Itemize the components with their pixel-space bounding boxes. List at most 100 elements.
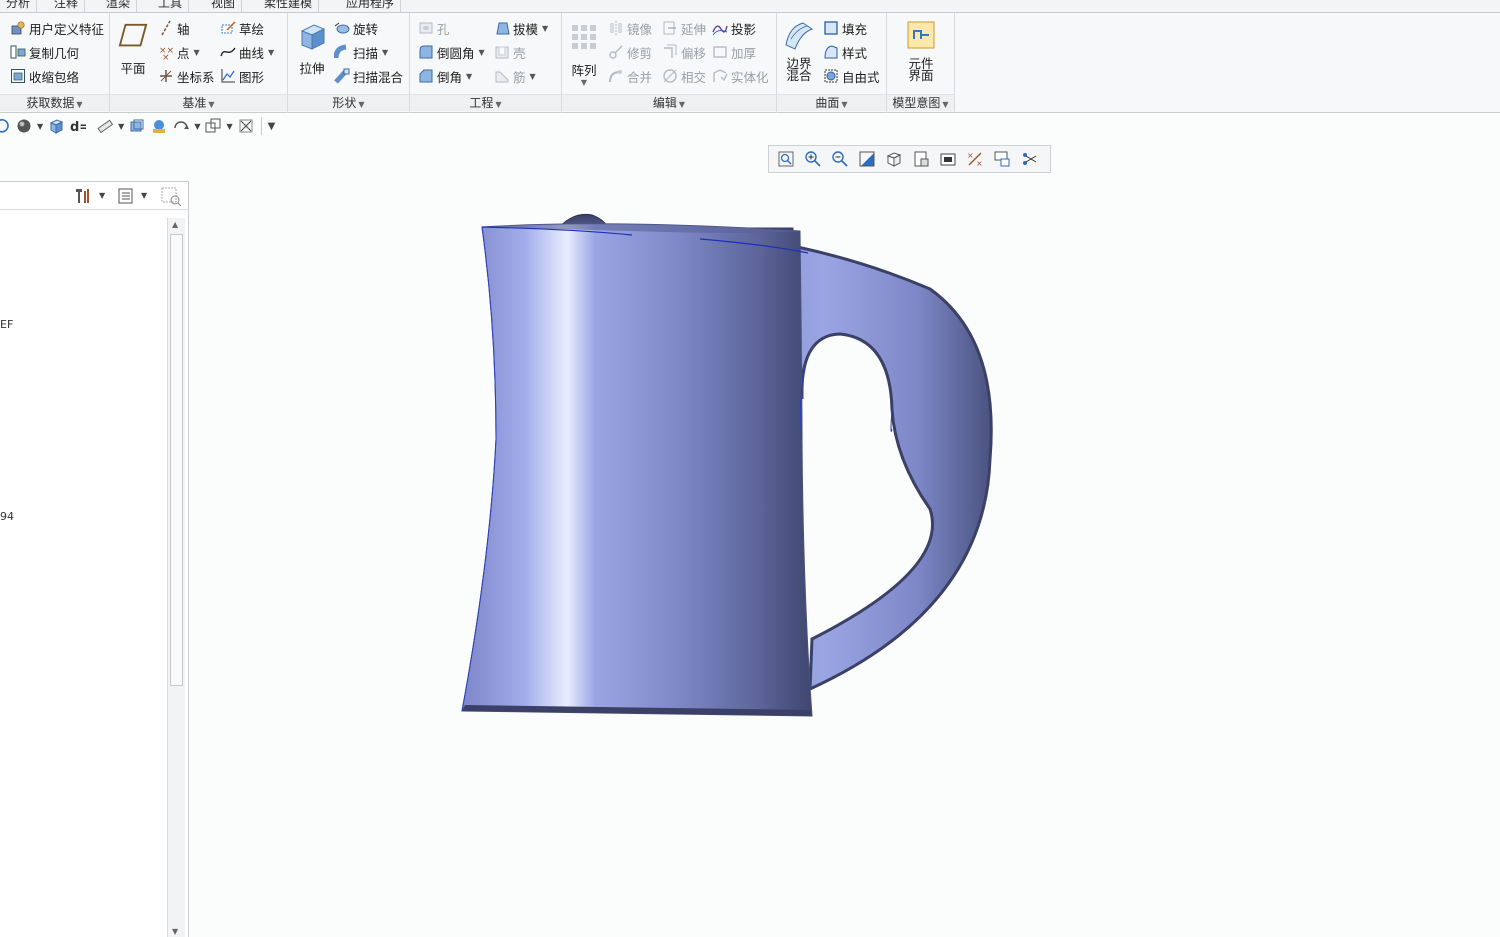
boundary-blend-button[interactable]: 边界 混合 — [779, 19, 819, 82]
editing-group-label[interactable]: 编辑 ▼ — [562, 94, 776, 111]
plane-button[interactable]: 平面 — [116, 21, 150, 77]
model-tree-scrollbar[interactable]: ▲ ▼ — [167, 218, 185, 937]
measure-icon[interactable] — [97, 118, 114, 134]
mirror-icon — [610, 21, 622, 35]
tab-analysis[interactable]: 分析 — [0, 0, 38, 12]
section-view-icon[interactable] — [129, 118, 145, 134]
thicken-button[interactable]: 加厚 — [712, 41, 756, 63]
datum-display-icon[interactable]: d= — [70, 118, 86, 134]
component-interface-button[interactable]: 元件 界面 — [899, 19, 943, 82]
mirror-label: 镜像 — [627, 21, 653, 37]
scroll-down-arrow[interactable]: ▼ — [172, 927, 178, 936]
offset-icon — [664, 44, 677, 58]
pattern-button[interactable]: 阵列 ▼ — [566, 21, 602, 87]
scrollbar-thumb[interactable] — [170, 234, 183, 686]
rib-button[interactable]: 筋 ▼ — [494, 65, 536, 87]
scroll-up-arrow[interactable]: ▲ — [172, 220, 178, 229]
hole-button[interactable]: 孔 — [418, 17, 450, 39]
offset-label: 偏移 — [681, 45, 707, 61]
annotation-display-icon[interactable] — [238, 118, 254, 134]
user-defined-feature-button[interactable]: 用户定义特征 — [10, 17, 104, 39]
merge-button[interactable]: 合并 — [608, 65, 652, 87]
pattern-dropdown-icon[interactable]: ▼ — [566, 79, 602, 87]
spin-center-icon[interactable] — [173, 118, 190, 134]
solidify-icon — [713, 69, 728, 82]
extrude-button[interactable]: 拉伸 — [294, 19, 330, 77]
appearance-gallery-icon[interactable] — [151, 118, 167, 134]
round-icon — [419, 45, 433, 59]
fill-button[interactable]: 填充 — [823, 17, 867, 39]
curve-label: 曲线 — [239, 45, 265, 61]
surfaces-group-label[interactable]: 曲面 ▼ — [777, 94, 886, 111]
extend-button[interactable]: 延伸 — [662, 17, 706, 39]
saved-orientations-icon[interactable] — [48, 118, 64, 134]
show-dropdown-icon[interactable]: ▼ — [141, 191, 147, 200]
plane-icon — [118, 23, 148, 47]
freestyle-button[interactable]: 自由式 — [823, 65, 880, 87]
datum-group-label[interactable]: 基准 ▼ — [110, 94, 287, 111]
spin-center-dropdown-icon[interactable]: ▼ — [194, 122, 200, 131]
swept-blend-button[interactable]: 扫描混合 — [334, 65, 403, 87]
user-defined-feature-icon — [11, 21, 25, 35]
tab-render[interactable]: 渲染 — [100, 0, 138, 12]
draft-button[interactable]: 拔模 ▼ — [494, 17, 548, 39]
shrinkwrap-button[interactable]: 收缩包络 — [10, 65, 79, 87]
graphics-window[interactable] — [190, 139, 1500, 937]
tab-tools[interactable]: 工具 — [152, 0, 190, 12]
get-data-group-label[interactable]: 获取数据 ▼ — [0, 94, 109, 111]
graph-button[interactable]: 图形 — [220, 65, 264, 87]
project-label: 投影 — [731, 21, 757, 37]
group-shape: 拉伸 旋转 扫描 ▼ 扫描混合 形状 ▼ — [288, 13, 410, 113]
group-get-data: 用户定义特征 复制几何 收缩包络 获取数据 ▼ — [0, 13, 110, 113]
sweep-button[interactable]: 扫描 ▼ — [334, 41, 388, 63]
offset-button[interactable]: 偏移 — [662, 41, 706, 63]
kettle-model[interactable] — [190, 139, 1500, 937]
draft-icon — [496, 22, 510, 35]
trim-label: 修剪 — [627, 45, 653, 61]
project-button[interactable]: 投影 — [712, 17, 756, 39]
round-label: 倒圆角 — [437, 45, 475, 61]
coordinate-system-button[interactable]: 坐标系 — [158, 65, 215, 87]
hole-label: 孔 — [437, 21, 450, 37]
copy-geometry-button[interactable]: 复制几何 — [10, 41, 79, 63]
axis-button[interactable]: 轴 — [158, 17, 190, 39]
revolve-button[interactable]: 旋转 — [334, 17, 378, 39]
model-intent-group-label[interactable]: 模型意图 ▼ — [887, 94, 954, 111]
tree-settings-dropdown-icon[interactable]: ▼ — [99, 191, 105, 200]
graphics-quick-toolbar: ▼ d= ▼ ▼ ▼ ▼ — [0, 114, 310, 138]
tab-applications[interactable]: 应用程序 — [340, 0, 402, 12]
display-style-dropdown-icon[interactable]: ▼ — [37, 122, 43, 131]
sketch-button[interactable]: 草绘 — [220, 17, 264, 39]
curve-button[interactable]: 曲线 ▼ — [220, 41, 274, 63]
regenerate-icon[interactable] — [0, 118, 10, 134]
shell-button[interactable]: 壳 — [494, 41, 526, 63]
customize-toolbar-dropdown-icon[interactable]: ▼ — [268, 121, 276, 132]
ribbon: 用户定义特征 复制几何 收缩包络 获取数据 ▼ 平面 轴 ×× × 点 ▼ 坐标系 — [0, 13, 1500, 113]
shape-group-label[interactable]: 形状 ▼ — [288, 94, 409, 111]
tree-item-fragment[interactable]: EF — [0, 318, 13, 331]
chamfer-button[interactable]: 倒角 ▼ — [418, 65, 472, 87]
mirror-button[interactable]: 镜像 — [608, 17, 652, 39]
view-manager-icon[interactable] — [205, 118, 221, 134]
measure-dropdown-icon[interactable]: ▼ — [118, 122, 124, 131]
extrude-icon — [300, 24, 326, 50]
solidify-button[interactable]: 实体化 — [712, 65, 769, 87]
round-button[interactable]: 倒圆角 ▼ — [418, 41, 485, 63]
tab-view[interactable]: 视图 — [205, 0, 243, 12]
point-button[interactable]: ×× × 点 ▼ — [158, 41, 200, 63]
tree-filter-icon[interactable] — [160, 186, 182, 206]
display-style-icon[interactable] — [16, 118, 32, 134]
view-manager-dropdown-icon[interactable]: ▼ — [226, 122, 232, 131]
trim-button[interactable]: 修剪 — [608, 41, 652, 63]
shell-label: 壳 — [513, 45, 526, 61]
tab-annotate[interactable]: 注释 — [48, 0, 86, 12]
tab-flexible-modeling[interactable]: 柔性建模 — [258, 0, 320, 12]
tree-settings-icon[interactable] — [74, 187, 92, 205]
point-icon: ××× — [159, 46, 174, 60]
show-list-icon[interactable] — [117, 187, 134, 205]
intersect-button[interactable]: 相交 — [662, 65, 706, 87]
thicken-icon — [713, 46, 727, 58]
engineering-group-label[interactable]: 工程 ▼ — [410, 94, 561, 111]
tree-item-fragment[interactable]: 94 — [0, 510, 14, 523]
style-button[interactable]: 样式 — [823, 41, 867, 63]
